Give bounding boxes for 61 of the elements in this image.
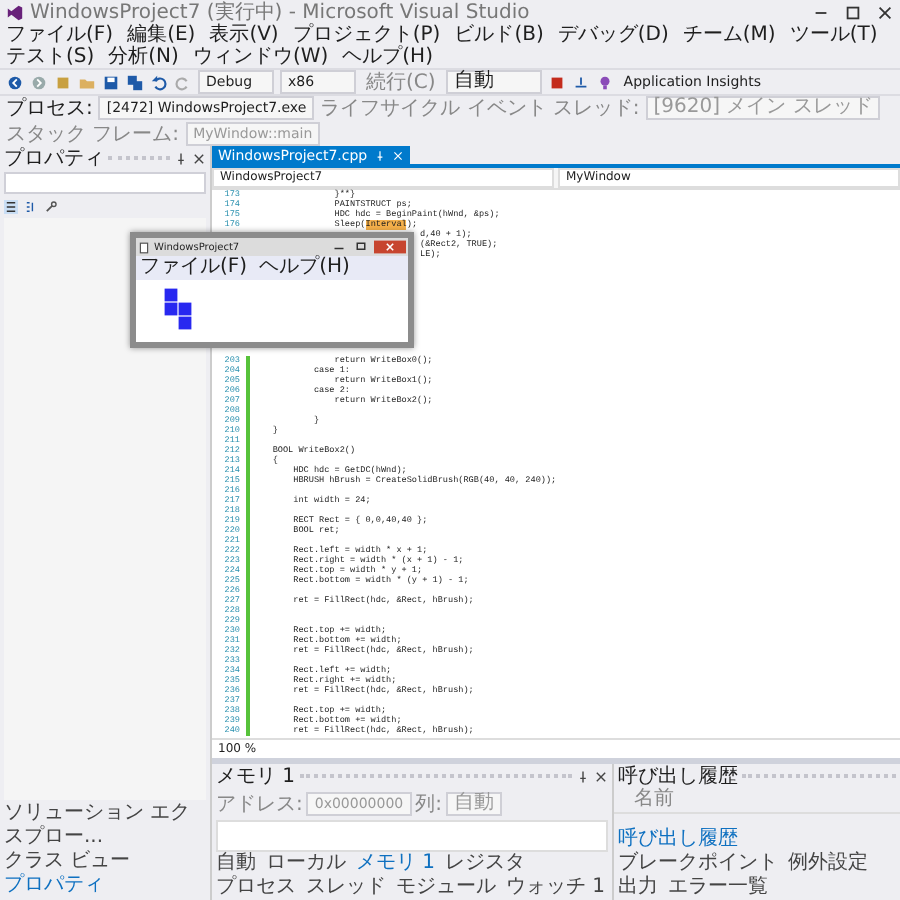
- menu-item[interactable]: テスト(S): [6, 46, 95, 68]
- panel-tab[interactable]: ブレークポイント: [618, 852, 778, 876]
- maximize-icon[interactable]: [844, 3, 862, 21]
- panel-tab[interactable]: ソリューション エクスプロー...: [4, 802, 206, 850]
- menu-item[interactable]: デバッグ(D): [557, 24, 669, 46]
- menu-item[interactable]: ビルド(B): [454, 24, 544, 46]
- address-label: アドレス:: [216, 792, 303, 818]
- panel-title: 呼び出し履歴: [618, 763, 738, 788]
- panel-tab[interactable]: 例外設定: [788, 852, 868, 876]
- menu-item[interactable]: 表示(V): [209, 24, 279, 46]
- panel-tab[interactable]: レジスタ: [445, 852, 526, 876]
- categorized-icon[interactable]: [4, 200, 18, 214]
- wrench-icon[interactable]: [44, 200, 58, 214]
- panel-tab[interactable]: 呼び出し履歴: [618, 828, 738, 852]
- process-label: プロセス:: [6, 97, 93, 119]
- panel-title: メモリ 1: [216, 764, 296, 790]
- save-icon[interactable]: [102, 73, 120, 91]
- panel-tab[interactable]: プロパティ: [4, 874, 206, 898]
- save-all-icon[interactable]: [126, 73, 144, 91]
- column-header: 名前: [614, 788, 900, 814]
- undo-icon[interactable]: [150, 73, 168, 91]
- lightbulb-icon[interactable]: [595, 73, 614, 91]
- panel-tab[interactable]: 自動: [216, 852, 256, 876]
- menu-item[interactable]: 編集(E): [127, 24, 196, 46]
- stop-icon[interactable]: [547, 73, 566, 91]
- back-icon[interactable]: [6, 73, 24, 91]
- columns-label: 列:: [415, 792, 442, 818]
- close-icon[interactable]: [594, 769, 608, 783]
- panel-tab[interactable]: ローカル: [266, 852, 346, 876]
- thread-label: スレッド:: [552, 97, 640, 119]
- panel-tab[interactable]: スレッド: [306, 876, 386, 900]
- panel-tab[interactable]: ウォッチ 1: [506, 876, 606, 900]
- menu-item[interactable]: ヘルプ(H): [259, 256, 350, 280]
- target-dropdown[interactable]: 自動: [445, 70, 542, 94]
- panel-tab[interactable]: モジュール: [396, 876, 496, 900]
- pin-icon[interactable]: [174, 151, 188, 165]
- menu-item[interactable]: プロジェクト(P): [292, 24, 441, 46]
- visual-studio-logo-icon: [6, 3, 24, 21]
- alphabetical-icon[interactable]: [24, 200, 38, 214]
- panel-tab[interactable]: 出力: [618, 876, 658, 900]
- menu-item[interactable]: ヘルプ(H): [342, 46, 433, 68]
- close-icon[interactable]: [876, 3, 894, 21]
- app-icon: [138, 241, 150, 253]
- panel-tab[interactable]: クラス ビュー: [4, 850, 206, 874]
- menu-item[interactable]: ファイル(F): [140, 256, 248, 280]
- menu-item[interactable]: ウィンドウ(W): [192, 46, 329, 68]
- menu-item[interactable]: ツール(T): [789, 24, 878, 46]
- panel-title: プロパティ: [4, 145, 104, 172]
- close-button[interactable]: [374, 240, 406, 254]
- pin-icon[interactable]: [576, 769, 590, 783]
- window-title: WindowsProject7 (実行中) - Microsoft Visual Studio: [30, 0, 530, 25]
- menu-item[interactable]: 分析(N): [108, 46, 179, 68]
- close-icon[interactable]: [192, 151, 206, 165]
- menu-item[interactable]: ファイル(F): [6, 24, 114, 46]
- tetromino-drawing: [164, 288, 192, 330]
- panel-tab[interactable]: メモリ 1: [356, 852, 436, 876]
- panel-tab[interactable]: プロセス: [216, 876, 296, 900]
- maximize-icon[interactable]: [352, 240, 370, 254]
- panel-tab[interactable]: エラー一覧: [668, 876, 768, 900]
- menu-item[interactable]: チーム(M): [682, 24, 776, 46]
- stack-frame-label: スタック フレーム:: [6, 123, 180, 145]
